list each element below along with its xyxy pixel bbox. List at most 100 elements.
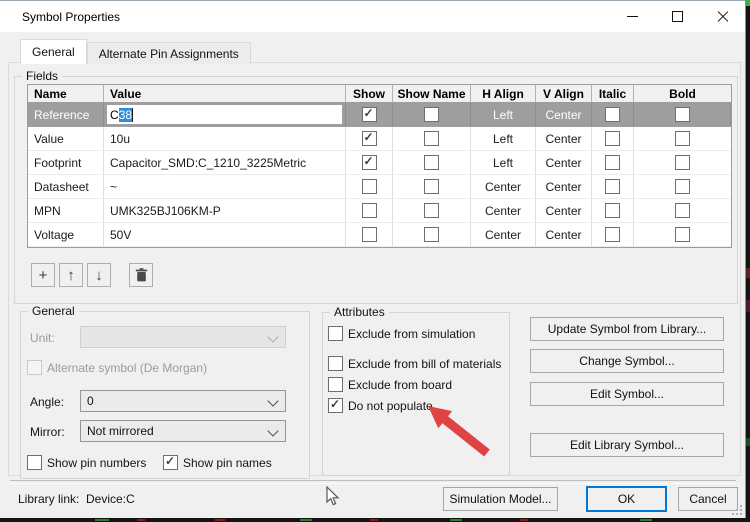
tab-general[interactable]: General (20, 39, 87, 64)
h-align-cell[interactable]: Center (471, 199, 536, 222)
bold-checkbox[interactable] (675, 227, 690, 242)
table-row[interactable]: Value10u LeftCenter (28, 127, 731, 151)
v-align-cell[interactable]: Center (536, 127, 592, 150)
title-bar[interactable]: Symbol Properties (0, 0, 745, 32)
show-pin-numbers-checkbox[interactable] (27, 455, 42, 470)
italic-checkbox[interactable] (605, 203, 620, 218)
show-cell[interactable] (346, 127, 393, 150)
italic-cell[interactable] (592, 151, 634, 174)
table-row[interactable]: MPNUMK325BJ106KM-P CenterCenter (28, 199, 731, 223)
bold-checkbox[interactable] (675, 131, 690, 146)
show-name-cell[interactable] (393, 127, 471, 150)
show-checkbox[interactable] (362, 227, 377, 242)
show-checkbox[interactable] (362, 155, 377, 170)
show-name-checkbox[interactable] (424, 227, 439, 242)
add-field-button[interactable]: + (31, 263, 55, 287)
move-field-up-button[interactable]: ↑ (59, 263, 83, 287)
exclude-from-bill-of-materials-checkbox[interactable] (328, 356, 343, 371)
edit-library-symbol-button[interactable]: Edit Library Symbol... (530, 433, 724, 457)
exclude-from-board-checkbox[interactable] (328, 377, 343, 392)
field-value-cell[interactable]: UMK325BJ106KM-P (104, 199, 346, 222)
bold-cell[interactable] (634, 199, 731, 222)
italic-cell[interactable] (592, 175, 634, 198)
show-name-cell[interactable] (393, 103, 471, 126)
v-align-cell[interactable]: Center (536, 151, 592, 174)
v-align-cell[interactable]: Center (536, 223, 592, 246)
v-align-cell[interactable]: Center (536, 175, 592, 198)
show-checkbox[interactable] (362, 131, 377, 146)
show-name-cell[interactable] (393, 151, 471, 174)
attribute-exclude-from-bill-of-materials[interactable]: Exclude from bill of materials (328, 356, 501, 371)
v-align-cell[interactable]: Center (536, 199, 592, 222)
bold-cell[interactable] (634, 223, 731, 246)
show-name-cell[interactable] (393, 223, 471, 246)
maximize-button[interactable] (655, 1, 700, 32)
italic-cell[interactable] (592, 223, 634, 246)
ok-button[interactable]: OK (586, 486, 667, 512)
show-cell[interactable] (346, 151, 393, 174)
field-name-cell[interactable]: MPN (28, 199, 104, 222)
italic-checkbox[interactable] (605, 155, 620, 170)
field-value-cell[interactable]: C38 (104, 103, 346, 126)
italic-checkbox[interactable] (605, 107, 620, 122)
field-name-cell[interactable]: Datasheet (28, 175, 104, 198)
h-align-cell[interactable]: Left (471, 151, 536, 174)
attribute-exclude-from-board[interactable]: Exclude from board (328, 377, 452, 392)
field-value-cell[interactable]: 10u (104, 127, 346, 150)
show-pin-numbers-row[interactable]: Show pin numbers (27, 455, 146, 470)
show-pin-names-checkbox[interactable] (163, 455, 178, 470)
bold-checkbox[interactable] (675, 203, 690, 218)
angle-combo[interactable]: 0 (80, 390, 286, 412)
field-value-cell[interactable]: Capacitor_SMD:C_1210_3225Metric (104, 151, 346, 174)
mirror-combo[interactable]: Not mirrored (80, 420, 286, 442)
italic-cell[interactable] (592, 103, 634, 126)
table-row[interactable]: Voltage50VCenterCenter (28, 223, 731, 247)
simulation-model-button[interactable]: Simulation Model... (443, 487, 558, 511)
h-align-cell[interactable]: Left (471, 127, 536, 150)
h-align-cell[interactable]: Left (471, 103, 536, 126)
show-cell[interactable] (346, 199, 393, 222)
table-row[interactable]: FootprintCapacitor_SMD:C_1210_3225Metric… (28, 151, 731, 175)
bold-cell[interactable] (634, 127, 731, 150)
bold-checkbox[interactable] (675, 179, 690, 194)
tab-alternate-pin-assignments[interactable]: Alternate Pin Assignments (87, 42, 251, 64)
show-checkbox[interactable] (362, 203, 377, 218)
table-row[interactable]: ReferenceC38 LeftCenter (28, 103, 731, 127)
italic-checkbox[interactable] (605, 179, 620, 194)
show-checkbox[interactable] (362, 107, 377, 122)
show-name-checkbox[interactable] (424, 107, 439, 122)
show-name-checkbox[interactable] (424, 131, 439, 146)
delete-field-button[interactable] (129, 263, 153, 287)
h-align-cell[interactable]: Center (471, 175, 536, 198)
update-symbol-from-library-button[interactable]: Update Symbol from Library... (530, 317, 724, 341)
show-name-checkbox[interactable] (424, 179, 439, 194)
italic-cell[interactable] (592, 199, 634, 222)
show-name-cell[interactable] (393, 175, 471, 198)
field-value-cell[interactable]: ~ (104, 175, 346, 198)
v-align-cell[interactable]: Center (536, 103, 592, 126)
field-name-cell[interactable]: Reference (28, 103, 104, 126)
exclude-from-simulation-checkbox[interactable] (328, 326, 343, 341)
resize-grip[interactable] (732, 505, 742, 515)
italic-cell[interactable] (592, 127, 634, 150)
field-value-cell[interactable]: 50V (104, 223, 346, 246)
move-field-down-button[interactable]: ↓ (87, 263, 111, 287)
field-name-cell[interactable]: Voltage (28, 223, 104, 246)
field-name-cell[interactable]: Footprint (28, 151, 104, 174)
attribute-do-not-populate[interactable]: Do not populate (328, 398, 433, 413)
cancel-button[interactable]: Cancel (678, 487, 738, 511)
show-pin-names-row[interactable]: Show pin names (163, 455, 272, 470)
bold-checkbox[interactable] (675, 107, 690, 122)
fields-table[interactable]: NameValueShowShow NameH AlignV AlignItal… (27, 84, 732, 248)
show-cell[interactable] (346, 103, 393, 126)
italic-checkbox[interactable] (605, 131, 620, 146)
show-cell[interactable] (346, 223, 393, 246)
do-not-populate-checkbox[interactable] (328, 398, 343, 413)
italic-checkbox[interactable] (605, 227, 620, 242)
field-name-cell[interactable]: Value (28, 127, 104, 150)
minimize-button[interactable] (610, 1, 655, 32)
field-value-editor[interactable]: C38 (106, 104, 343, 125)
bold-checkbox[interactable] (675, 155, 690, 170)
edit-symbol-button[interactable]: Edit Symbol... (530, 382, 724, 406)
table-row[interactable]: Datasheet~ CenterCenter (28, 175, 731, 199)
